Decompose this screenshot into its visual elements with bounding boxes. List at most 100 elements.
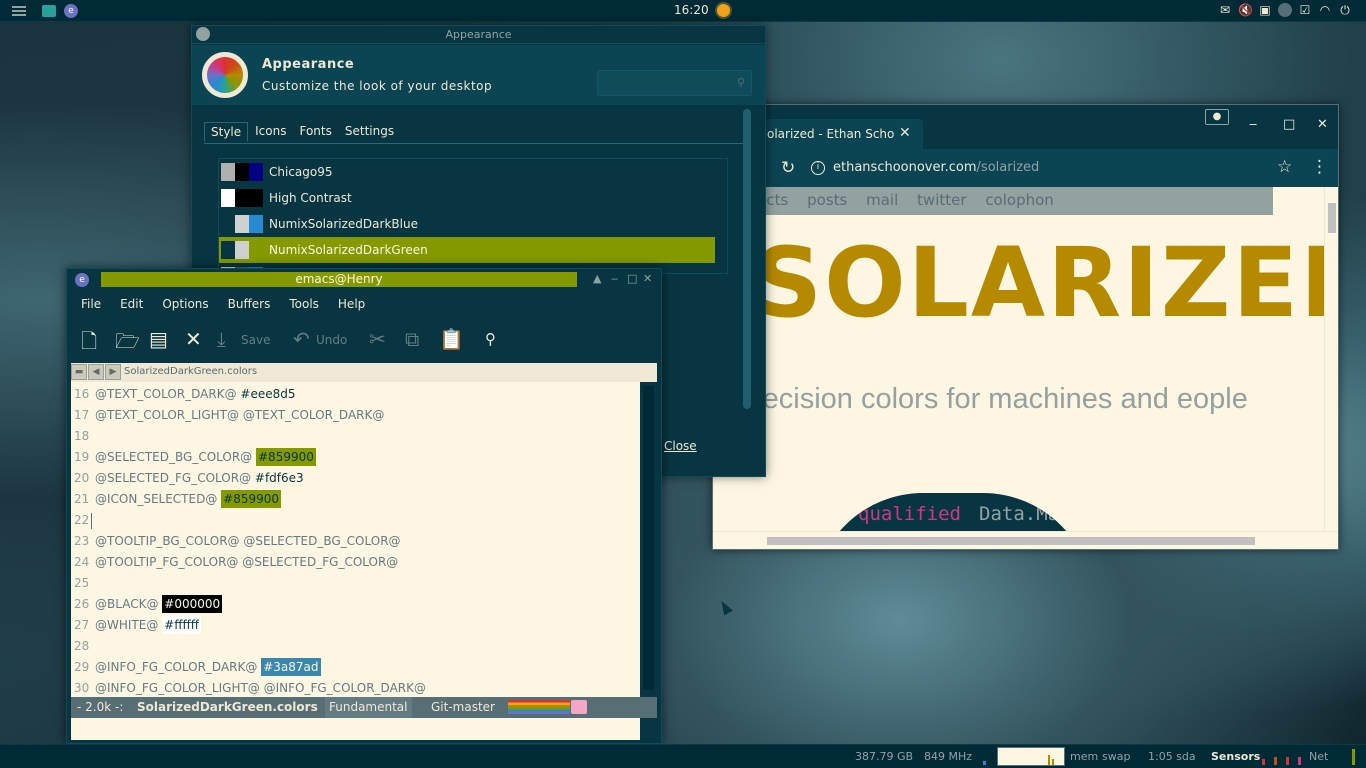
scrollbar-thumb[interactable] xyxy=(643,386,654,690)
search-icon[interactable]: ⚲ xyxy=(485,330,496,348)
open-folder-icon[interactable]: 🗁 xyxy=(115,327,140,361)
editor-line[interactable]: 26 @BLACK@ #000000 xyxy=(71,594,223,615)
scrollbar-thumb[interactable] xyxy=(767,537,1255,545)
reload-icon[interactable]: ↻ xyxy=(781,158,795,178)
nav-link[interactable]: twitter xyxy=(917,191,966,209)
editor-line[interactable]: 16 @TEXT_COLOR_DARK@ #eee8d5 xyxy=(71,384,295,405)
search-input[interactable]: ⚲ xyxy=(597,70,752,96)
app-icon[interactable] xyxy=(42,4,56,17)
theme-row[interactable]: High Contrast xyxy=(219,185,727,211)
wifi-icon[interactable]: ◠ xyxy=(1318,3,1332,17)
copy-icon[interactable]: ⧉ xyxy=(405,327,419,351)
menu-buffers[interactable]: Buffers xyxy=(228,297,271,311)
modeline-buffer[interactable]: SolarizedDarkGreen.colors xyxy=(137,697,318,718)
menu-file[interactable]: File xyxy=(81,297,101,311)
address-bar[interactable]: ethanschoonover.com/solarized xyxy=(833,160,1039,175)
tab-style[interactable]: Style xyxy=(204,122,249,142)
nav-link[interactable]: mail xyxy=(866,191,898,209)
tab-close-icon[interactable]: ✕ xyxy=(899,125,911,141)
save-disk-icon[interactable]: ▤ xyxy=(149,327,168,351)
tab-fonts[interactable]: Fonts xyxy=(293,122,337,142)
info-icon[interactable]: i xyxy=(811,161,825,175)
editor-line[interactable]: 18 xyxy=(71,426,95,447)
editor-area[interactable]: 16 @TEXT_COLOR_DARK@ #eee8d5 17 @TEXT_COLOR… xyxy=(71,382,640,697)
tab-icons[interactable]: Icons xyxy=(249,122,292,142)
buffer-tab[interactable]: SolarizedDarkGreen.colors xyxy=(124,366,257,377)
vertical-scrollbar[interactable] xyxy=(1324,187,1338,533)
power-icon[interactable]: ⏻ xyxy=(1338,3,1352,17)
modeline-mode[interactable]: Fundamental xyxy=(325,697,412,718)
menu-help[interactable]: Help xyxy=(338,297,365,311)
nav-link[interactable]: colophon xyxy=(985,191,1053,209)
editor-line[interactable]: 20 @SELECTED_FG_COLOR@ #fdf6e3 xyxy=(71,468,304,489)
mute-icon[interactable]: 🔇 xyxy=(1238,3,1253,17)
tab-next-icon[interactable]: ▶ xyxy=(105,364,121,380)
editor-line[interactable]: 28 xyxy=(71,636,95,657)
cut-icon[interactable]: ✂ xyxy=(369,327,386,351)
sensors-label[interactable]: Sensors xyxy=(1211,750,1260,763)
close-icon[interactable]: ✕ xyxy=(1317,117,1328,132)
menu-tools[interactable]: Tools xyxy=(289,297,319,311)
mail-icon[interactable]: ✉ xyxy=(1218,3,1232,17)
nav-link[interactable]: posts xyxy=(807,191,847,209)
minimize-icon[interactable]: ‒ xyxy=(1249,117,1257,132)
editor-line[interactable]: 19 @SELECTED_BG_COLOR@ #859900 xyxy=(71,447,316,468)
clock[interactable]: 16:20 xyxy=(674,3,709,17)
emacs-icon[interactable]: e xyxy=(64,3,78,18)
emacs-titlebar[interactable]: e emacs@Henry ▲ ‒ □ ✕ xyxy=(67,269,661,291)
weather-sun-icon[interactable] xyxy=(717,4,730,17)
editor-line[interactable]: 17 @TEXT_COLOR_LIGHT@ @TEXT_COLOR_DARK@ xyxy=(71,405,384,426)
editor-line[interactable]: 25 xyxy=(71,573,95,594)
close-buffer-icon[interactable]: ✕ xyxy=(185,327,202,351)
theme-list-scrollbar[interactable] xyxy=(740,106,754,466)
swap-label[interactable]: swap xyxy=(1102,750,1130,763)
profile-icon[interactable]: ● xyxy=(1205,109,1229,125)
line-number: 30 xyxy=(74,681,90,695)
cpu-frequency[interactable]: 849 MHz xyxy=(924,750,972,763)
disk-io-label[interactable]: 1:05 sda xyxy=(1148,750,1196,763)
cpu-graph[interactable] xyxy=(997,747,1065,766)
new-file-icon[interactable]: 🗋 xyxy=(81,327,97,361)
clipboard-icon[interactable]: ▣ xyxy=(1258,3,1272,17)
net-label[interactable]: Net xyxy=(1309,750,1328,763)
maximize-icon[interactable]: □ xyxy=(1283,117,1295,132)
tab-prev-icon[interactable]: ◀ xyxy=(88,364,104,380)
menu-kebab-icon[interactable]: ⋮ xyxy=(1311,157,1328,177)
editor-line[interactable]: 23 @TOOLTIP_BG_COLOR@ @SELECTED_BG_COLOR@ xyxy=(71,531,401,552)
menu-options[interactable]: Options xyxy=(162,297,208,311)
menu-icon[interactable] xyxy=(12,5,26,16)
paste-icon[interactable]: 📋 xyxy=(439,327,464,351)
theme-row[interactable]: NumixSolarizedDarkGreen xyxy=(219,237,715,263)
editor-scrollbar[interactable] xyxy=(640,382,657,697)
modeline-vcs[interactable]: Git-master xyxy=(431,697,495,718)
editor-line[interactable]: 24 @TOOLTIP_FG_COLOR@ @SELECTED_FG_COLOR@ xyxy=(71,552,398,573)
theme-row[interactable]: Chicago95 xyxy=(219,159,727,185)
editor-line[interactable]: 27 @WHITE@ #ffffff xyxy=(71,615,202,636)
checkbox-icon[interactable]: ☑ xyxy=(1298,3,1312,17)
undo-button[interactable]: Undo xyxy=(316,333,347,347)
shade-icon[interactable]: ▲ xyxy=(593,272,601,285)
user-icon[interactable] xyxy=(1278,3,1292,17)
maximize-icon[interactable]: □ xyxy=(627,272,637,285)
menu-edit[interactable]: Edit xyxy=(120,297,143,311)
disk-usage[interactable]: 387.79 GB xyxy=(855,750,913,763)
scrollbar-thumb[interactable] xyxy=(743,109,751,409)
bookmark-star-icon[interactable]: ☆ xyxy=(1277,157,1292,177)
appearance-titlebar[interactable]: Appearance xyxy=(192,26,765,44)
editor-line[interactable]: 29 @INFO_FG_COLOR_DARK@ #3a87ad xyxy=(71,657,321,678)
editor-line[interactable]: 30 @INFO_FG_COLOR_LIGHT@ @INFO_FG_COLOR_D… xyxy=(71,678,426,697)
editor-line[interactable]: 21 @ICON_SELECTED@ #859900 xyxy=(71,489,282,510)
close-icon[interactable]: ✕ xyxy=(643,272,652,285)
minimize-icon[interactable]: ‒ xyxy=(611,272,618,285)
scrollbar-thumb[interactable] xyxy=(1328,203,1336,233)
theme-row[interactable]: NumixSolarizedDarkBlue xyxy=(219,211,727,237)
undo-icon[interactable]: ↶ xyxy=(293,327,310,351)
horizontal-scrollbar[interactable] xyxy=(713,531,1338,549)
mem-label[interactable]: mem xyxy=(1070,750,1098,763)
close-button[interactable]: Close xyxy=(664,439,697,453)
minibuffer[interactable] xyxy=(71,718,640,740)
tab-menu-icon[interactable]: ▬ xyxy=(71,364,87,380)
save-button[interactable]: Save xyxy=(241,333,270,347)
save-icon[interactable]: ⤓ xyxy=(217,327,226,351)
tab-settings[interactable]: Settings xyxy=(339,122,400,142)
